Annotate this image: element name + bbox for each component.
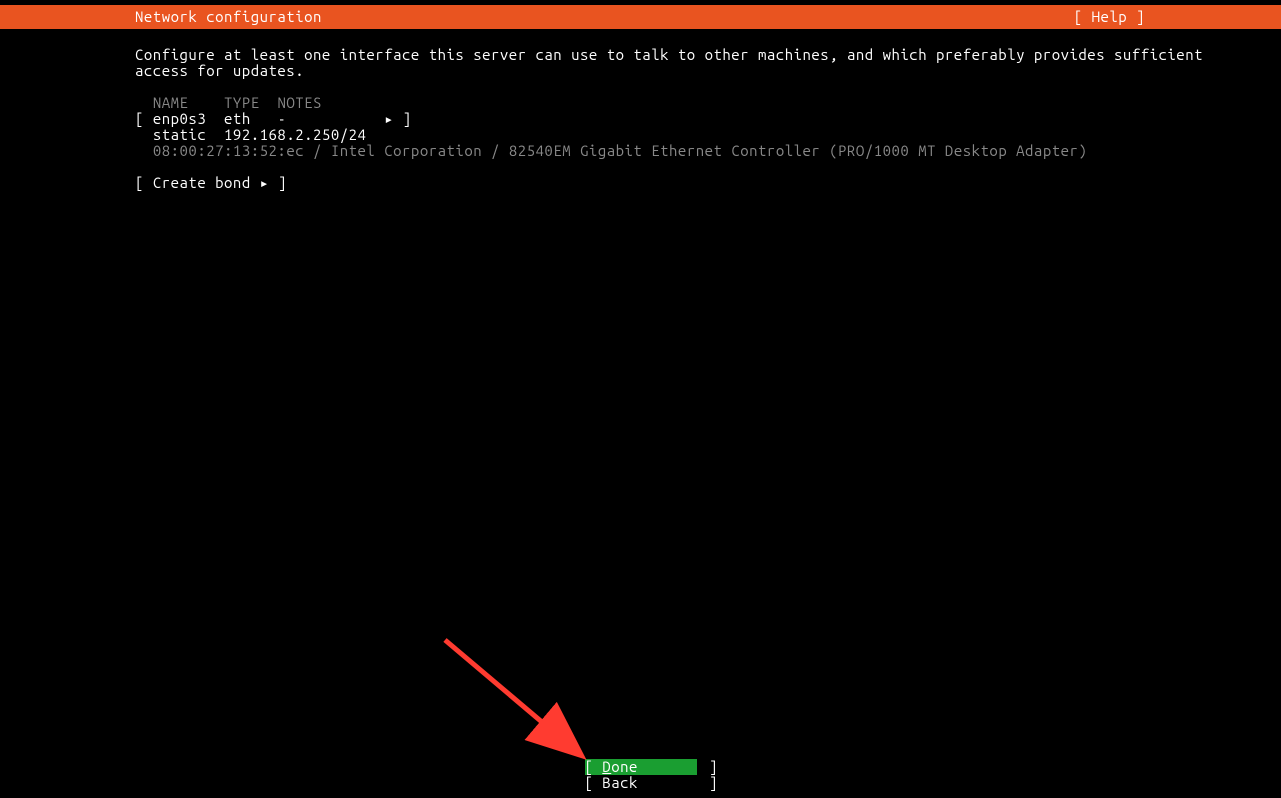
column-headers: NAME TYPE NOTES: [135, 94, 322, 111]
iface-name: enp0s3: [153, 110, 206, 127]
interface-table: NAME TYPE NOTES [ enp0s3 eth - ▸ ] stati…: [135, 95, 1281, 159]
annotation-arrow-icon: [440, 635, 600, 765]
page-title: Network configuration: [135, 9, 322, 25]
create-bond-button[interactable]: [ Create bond ▸ ]: [135, 175, 1281, 191]
chevron-right-icon: ▸: [384, 110, 394, 127]
hw-line: 08:00:27:13:52:ec / Intel Corporation / …: [153, 142, 1088, 159]
interface-hw-details: 08:00:27:13:52:ec / Intel Corporation / …: [135, 142, 1087, 159]
content-area: Configure at least one interface this se…: [0, 29, 1281, 191]
interface-row-enp0s3[interactable]: [ enp0s3 eth - ▸ ]: [135, 110, 412, 127]
header-bar: Network configuration [ Help ]: [0, 5, 1281, 29]
instruction-line-1: Configure at least one interface this se…: [135, 46, 1203, 63]
addr-value: 192.168.2.250/24: [224, 126, 366, 143]
bracket-open: [: [135, 174, 144, 191]
footer-buttons: [ Done ] [ Back ]: [0, 759, 1281, 791]
interface-address-row: static 192.168.2.250/24: [135, 126, 366, 143]
col-type: TYPE: [224, 94, 260, 111]
instruction-line-2: access for updates.: [135, 62, 304, 79]
bracket-open: [: [585, 758, 594, 775]
bracket-open: [: [585, 774, 594, 791]
back-button[interactable]: [ Back ]: [585, 775, 697, 791]
addr-mode: static: [153, 126, 206, 143]
chevron-right-icon: ▸: [260, 174, 270, 191]
help-button[interactable]: [ Help ]: [1074, 9, 1273, 25]
back-label: Back: [602, 774, 638, 791]
done-label-first: D: [602, 758, 611, 775]
bracket-close: ]: [709, 774, 718, 791]
iface-notes: -: [277, 110, 286, 127]
iface-type: eth: [224, 110, 251, 127]
bracket-close: ]: [709, 758, 718, 775]
col-notes: NOTES: [277, 94, 322, 111]
done-label-rest: one: [611, 758, 638, 775]
bracket-open: [: [135, 110, 144, 127]
done-button[interactable]: [ Done ]: [585, 759, 697, 775]
create-bond-label: Create bond: [153, 174, 251, 191]
col-name: NAME: [153, 94, 189, 111]
instruction-text: Configure at least one interface this se…: [135, 47, 1281, 79]
bracket-close: ]: [403, 110, 412, 127]
bracket-close: ]: [278, 174, 287, 191]
